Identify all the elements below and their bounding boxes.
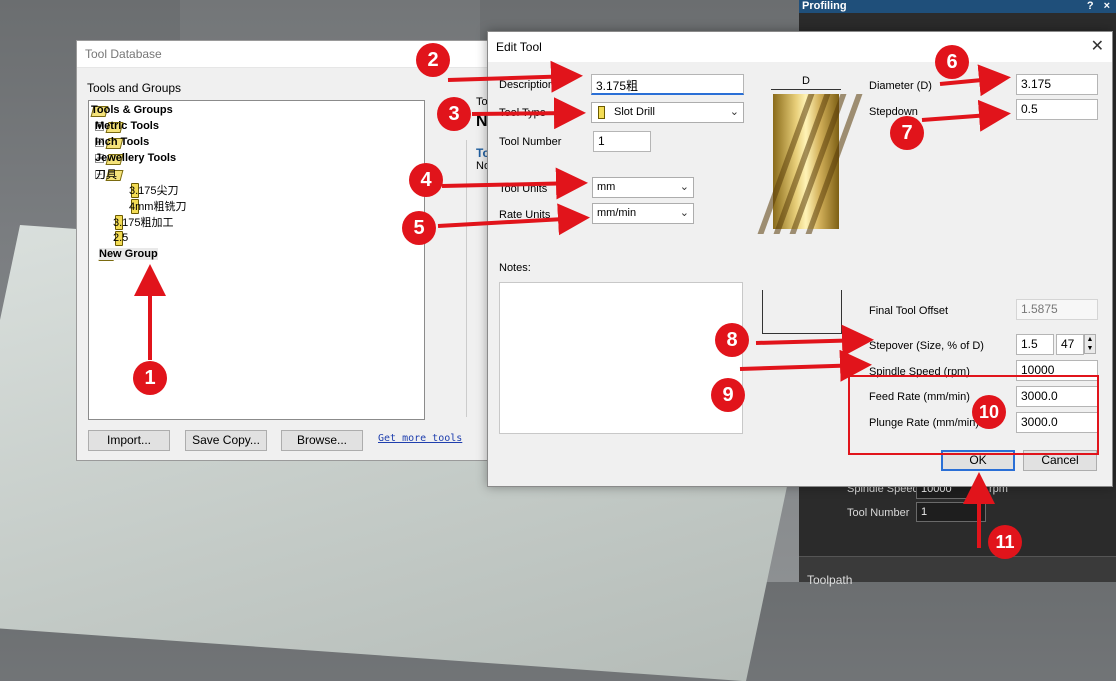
annotation-badge-10: 10 — [972, 395, 1006, 429]
tool-offset-diagram — [762, 290, 842, 334]
diameter-input[interactable]: 3.175 — [1016, 74, 1098, 95]
get-more-tools-link[interactable]: Get more tools — [378, 433, 462, 444]
diameter-marker-label: D — [802, 75, 810, 87]
tree-item-tool-3175-tip[interactable]: 3.175尖刀 — [129, 182, 179, 198]
tree-item-inch-tools[interactable]: + Inch Tools — [95, 134, 149, 150]
tree-item-new-group[interactable]: New Group — [99, 246, 158, 262]
diameter-label: Diameter (D) — [869, 80, 932, 92]
diameter-marker-line — [771, 89, 841, 90]
annotation-badge-3: 3 — [437, 97, 471, 131]
tool-number-label: Tool Number — [499, 136, 562, 148]
notes-label: Notes: — [499, 262, 531, 274]
stepdown-input[interactable]: 0.5 — [1016, 99, 1098, 120]
toolpath-label: Toolpath — [807, 573, 853, 587]
tree-item-root[interactable]: Tools & Groups — [91, 102, 173, 118]
tree-item-tool-3175-rough[interactable]: 3.175粗加工 — [113, 214, 174, 230]
tool-type-value: Slot Drill — [614, 106, 655, 118]
rate-units-value: mm/min — [597, 207, 637, 219]
tree-item-tool-4mm[interactable]: 4mm粗铣刀 — [129, 198, 186, 214]
tool-units-value: mm — [597, 181, 616, 193]
tools-and-groups-label: Tools and Groups — [87, 81, 182, 95]
annotation-badge-4: 4 — [409, 163, 443, 197]
annotation-badge-11: 11 — [988, 525, 1022, 559]
stepover-spinner[interactable]: ▲ ▼ — [1084, 334, 1096, 354]
edit-tool-title: Edit Tool — [496, 40, 542, 54]
chevron-down-icon: ⌄ — [679, 181, 689, 193]
final-offset-value: 1.5875 — [1016, 299, 1098, 320]
rate-units-label: Rate Units — [499, 209, 551, 221]
right-pane-to-label: To — [476, 96, 488, 108]
edit-tool-titlebar[interactable]: Edit Tool ✕ — [488, 32, 1112, 62]
rate-units-select[interactable]: mm/min ⌄ — [592, 203, 694, 224]
tree-item-label: Tools & Groups — [91, 104, 173, 116]
tree-item-jewellery-tools[interactable]: + Jewellery Tools — [95, 150, 176, 166]
profiling-toolnum-label: Tool Number — [847, 507, 910, 519]
stepover-size-input[interactable]: 1.5 — [1016, 334, 1054, 355]
profiling-toolnum-input[interactable]: 1 — [916, 502, 986, 522]
tool-number-input[interactable]: 1 — [593, 131, 651, 152]
tool-units-select[interactable]: mm ⌄ — [592, 177, 694, 198]
browse-button[interactable]: Browse... — [281, 430, 363, 451]
tool-units-label: Tool Units — [499, 183, 548, 195]
annotation-badge-6: 6 — [935, 45, 969, 79]
annotation-badge-9: 9 — [711, 378, 745, 412]
final-offset-label: Final Tool Offset — [869, 305, 949, 317]
annotation-badge-8: 8 — [715, 323, 749, 357]
tool-type-select[interactable]: Slot Drill ⌄ — [591, 102, 744, 123]
tree-item-label: 3.175粗加工 — [113, 217, 174, 229]
tree-item-group-daoju[interactable]: − 刀具 — [95, 166, 125, 182]
tree-item-label: Inch Tools — [95, 136, 150, 148]
chevron-down-icon: ⌄ — [679, 207, 689, 219]
annotation-badge-7: 7 — [890, 116, 924, 150]
annotation-badge-1: 1 — [133, 361, 167, 395]
notes-textarea[interactable] — [499, 282, 743, 434]
tree-item-label: 3.175尖刀 — [129, 185, 179, 197]
tree-item-label: 2.5 — [113, 232, 129, 244]
profiling-title: Profiling — [802, 0, 847, 12]
close-icon[interactable]: ✕ — [1091, 32, 1104, 62]
profiling-titlebar: Profiling ? × — [799, 0, 1116, 13]
tool-type-label: Tool Type — [499, 107, 546, 119]
help-icon[interactable]: ? — [1087, 0, 1094, 13]
stepover-label: Stepover (Size, % of D) — [869, 340, 984, 352]
tool-database-dialog: Tool Database Tools and Groups Tools & G… — [76, 40, 496, 461]
tree-item-label: Jewellery Tools — [95, 152, 177, 164]
right-pane-n-label: N — [476, 113, 488, 130]
annotation-badge-2: 2 — [416, 43, 450, 77]
save-copy-button[interactable]: Save Copy... — [185, 430, 267, 451]
stepover-percent-input[interactable]: 47 — [1056, 334, 1084, 355]
description-input[interactable]: 3.175粗 — [591, 74, 744, 95]
chevron-down-icon: ⌄ — [729, 106, 739, 118]
annotation-badge-5: 5 — [402, 211, 436, 245]
tree-item-label: New Group — [99, 248, 158, 260]
toolpath-section[interactable]: Toolpath — [799, 556, 1116, 587]
tree-item-label: 4mm粗铣刀 — [129, 201, 187, 213]
tool-preview-image: D — [757, 75, 863, 234]
slot-drill-icon — [598, 106, 605, 119]
close-icon[interactable]: × — [1104, 0, 1110, 13]
import-button[interactable]: Import... — [88, 430, 170, 451]
tree-item-label: 刀具 — [95, 169, 117, 181]
tree-item-metric-tools[interactable]: + Metric Tools — [95, 118, 159, 134]
tree-item-label: Metric Tools — [95, 120, 159, 132]
description-label: Description — [499, 79, 555, 91]
end-mill-illustration — [757, 94, 863, 234]
viewport-ghost — [180, 0, 480, 40]
tree-item-tool-25[interactable]: 2.5 — [113, 230, 129, 246]
right-pane-panel — [466, 140, 488, 417]
